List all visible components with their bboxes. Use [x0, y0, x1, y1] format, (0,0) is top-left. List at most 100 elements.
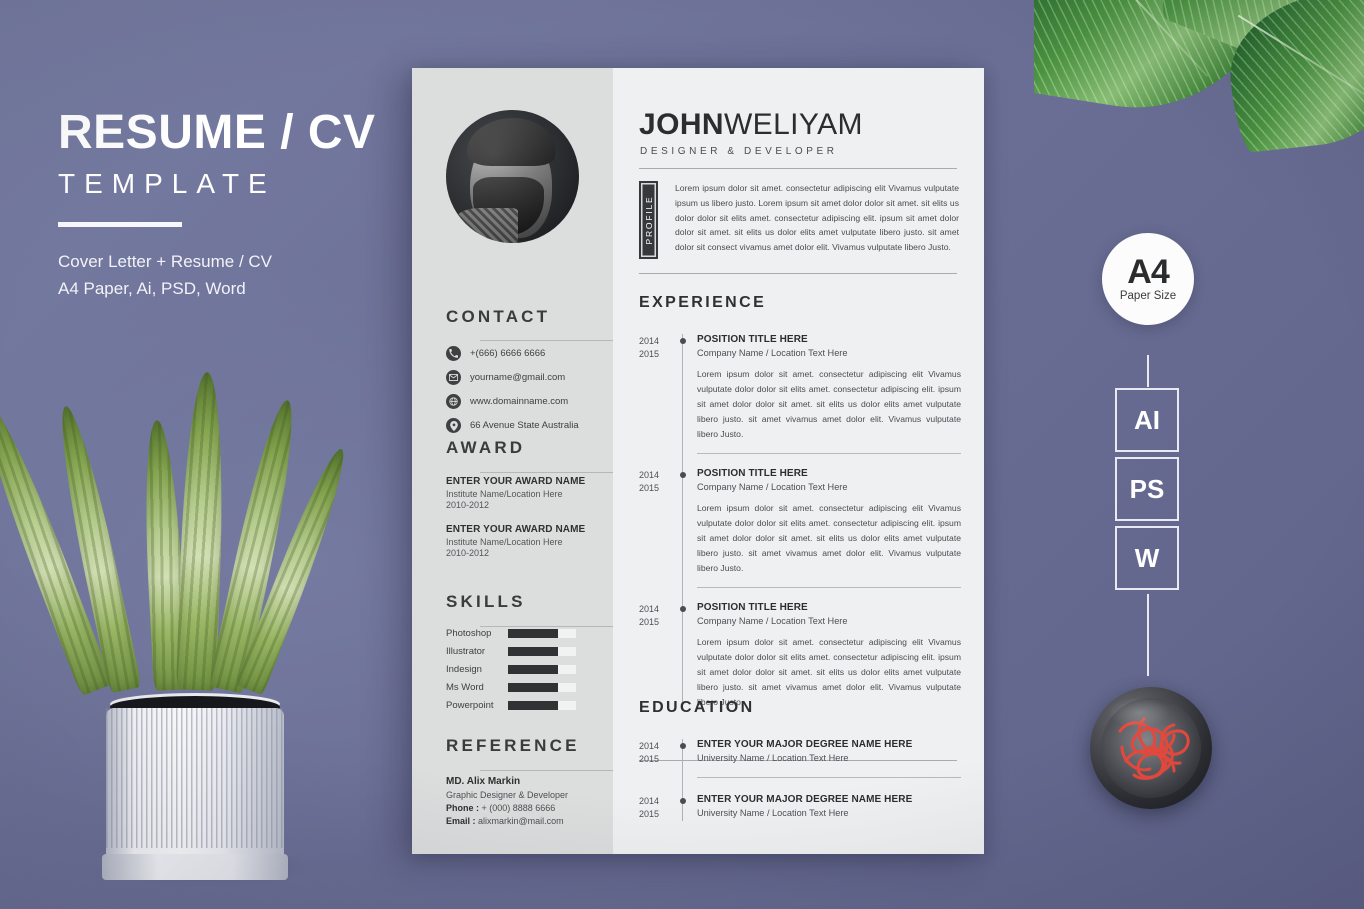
award-years: 2010-2012: [446, 500, 490, 510]
year-start: 2014: [639, 604, 660, 615]
skill-bar-fill: [508, 665, 558, 674]
year-start: 2014: [639, 336, 660, 346]
profile-badge: PROFILE: [639, 181, 658, 259]
education-list: 2014 2015 ENTER YOUR MAJOR DEGREE NAME H…: [639, 739, 961, 822]
resume-page[interactable]: CONTACT +(666) 6666 6666 yourname@gmail.…: [412, 68, 984, 854]
experience-list: 2014 2015 POSITION TITLE HERE Company Na…: [639, 334, 961, 711]
globe-icon: [446, 394, 461, 409]
skill-row: Indesign: [446, 664, 576, 675]
award-item: ENTER YOUR AWARD NAME Institute Name/Loc…: [412, 524, 613, 558]
experience-years: 2014 2015: [639, 468, 675, 588]
experience-description: Lorem ipsum dolor sit amet. consectetur …: [697, 369, 961, 440]
award-name: ENTER YOUR AWARD NAME: [446, 524, 586, 535]
experience-years: 2014 2015: [639, 334, 675, 454]
skill-bar-fill: [508, 701, 558, 710]
skill-label: Illustrator: [446, 646, 486, 657]
skill-label: Ms Word: [446, 682, 484, 693]
education-heading: EDUCATION: [639, 699, 755, 716]
skill-bar-fill: [508, 647, 558, 656]
reference-email-label: Email :: [446, 816, 476, 826]
format-badge-ai[interactable]: AI: [1115, 388, 1179, 452]
badge-connector: [1147, 594, 1149, 676]
skill-bar-track: [508, 629, 576, 638]
sidebar-divider: [480, 770, 613, 771]
paper-size-badge[interactable]: A4 Paper Size: [1102, 233, 1194, 325]
timeline-axis: [675, 778, 691, 822]
experience-separator: [697, 587, 961, 589]
email-icon: [446, 370, 461, 385]
candidate-role: DESIGNER & DEVELOPER: [640, 146, 838, 157]
skill-label: Indesign: [446, 664, 482, 675]
resume-main: JOHNWELIYAM DESIGNER & DEVELOPER PROFILE…: [613, 68, 984, 854]
promo-desc-line-2: A4 Paper, Ai, PSD, Word: [58, 278, 246, 298]
paper-size-label: Paper Size: [1119, 289, 1177, 302]
profile-divider: [639, 273, 957, 274]
award-name: ENTER YOUR AWARD NAME: [446, 476, 586, 487]
year-end: 2015: [639, 483, 660, 494]
timeline-axis: [675, 739, 691, 796]
skill-label: Powerpoint: [446, 700, 494, 711]
skill-bar-track: [508, 665, 576, 674]
timeline-axis: [675, 454, 691, 607]
header-divider: [639, 168, 957, 169]
format-badge-word[interactable]: W: [1115, 526, 1179, 590]
first-name: JOHN: [639, 108, 724, 141]
experience-description: Lorem ipsum dolor sit amet. consectetur …: [697, 503, 961, 574]
skills-heading: SKILLS: [446, 592, 526, 611]
contact-row-email[interactable]: yourname@gmail.com: [446, 370, 579, 385]
year-start: 2014: [639, 741, 660, 751]
reference-phone: Phone : + (000) 8888 6666: [446, 803, 568, 813]
award-institute: Institute Name/Location Here: [446, 489, 563, 499]
reference-role: Graphic Designer & Developer: [446, 790, 569, 800]
education-school: University Name / Location Text Here: [697, 753, 849, 763]
contact-phone-value: +(666) 6666 6666: [470, 348, 546, 359]
contact-row-address[interactable]: 66 Avenue State Australia: [446, 418, 579, 433]
skill-bar-fill: [508, 629, 558, 638]
year-start: 2014: [639, 470, 660, 481]
experience-item: 2014 2015 POSITION TITLE HERE Company Na…: [639, 588, 961, 711]
experience-item: 2014 2015 POSITION TITLE HERE Company Na…: [639, 334, 961, 473]
timeline-axis: [675, 588, 691, 711]
candidate-name: JOHNWELIYAM: [639, 108, 863, 142]
experience-title: POSITION TITLE HERE: [697, 602, 808, 614]
education-years: 2014 2015: [639, 794, 675, 821]
profile-badge-label: PROFILE: [643, 195, 654, 245]
format-badge-ps[interactable]: PS: [1115, 457, 1179, 521]
format-badge-label: AI: [1134, 404, 1160, 435]
experience-company: Company Name / Location Text Here: [697, 482, 848, 493]
skill-label: Photoshop: [446, 628, 492, 639]
contact-row-phone[interactable]: +(666) 6666 6666: [446, 346, 579, 361]
badge-connector: [1147, 355, 1149, 387]
promo-desc-line-1: Cover Letter + Resume / CV: [58, 252, 273, 272]
timeline-dot: [679, 472, 686, 479]
experience-company: Company Name / Location Text Here: [697, 348, 848, 358]
education-separator: [697, 777, 961, 778]
award-institute: Institute Name/Location Here: [446, 537, 563, 547]
sidebar-divider: [480, 626, 613, 627]
education-school: University Name / Location Text Here: [697, 808, 849, 818]
title-divider: [58, 222, 182, 228]
year-start: 2014: [639, 796, 660, 806]
reference-heading: REFERENCE: [446, 736, 580, 755]
tropical-leaves-decoration: [1034, 0, 1364, 230]
education-title: ENTER YOUR MAJOR DEGREE NAME HERE: [697, 794, 913, 805]
contact-row-website[interactable]: www.domainname.com: [446, 394, 579, 409]
reference-email-value: alixmarkin@mail.com: [475, 816, 564, 826]
award-list: ENTER YOUR AWARD NAME Institute Name/Loc…: [412, 466, 613, 558]
timeline-axis: [675, 334, 691, 473]
education-item: 2014 2015 ENTER YOUR MAJOR DEGREE NAME H…: [639, 778, 961, 822]
experience-company: Company Name / Location Text Here: [697, 616, 848, 627]
reference-name: MD. Alix Markin: [446, 776, 521, 787]
year-end: 2015: [639, 349, 660, 360]
timeline-dot: [679, 606, 686, 613]
award-heading: AWARD: [446, 438, 526, 457]
reference-phone-value: + (000) 8888 6666: [479, 803, 556, 813]
year-end: 2015: [639, 617, 660, 628]
education-years: 2014 2015: [639, 739, 675, 778]
promo-description: Cover Letter + Resume / CV A4 Paper, Ai,…: [58, 249, 398, 302]
timeline-dot: [679, 743, 686, 749]
award-years: 2010-2012: [446, 548, 490, 558]
avatar: [446, 110, 579, 243]
reference-block: MD. Alix Markin Graphic Designer & Devel…: [412, 776, 568, 826]
last-name: WELIYAM: [723, 108, 863, 141]
